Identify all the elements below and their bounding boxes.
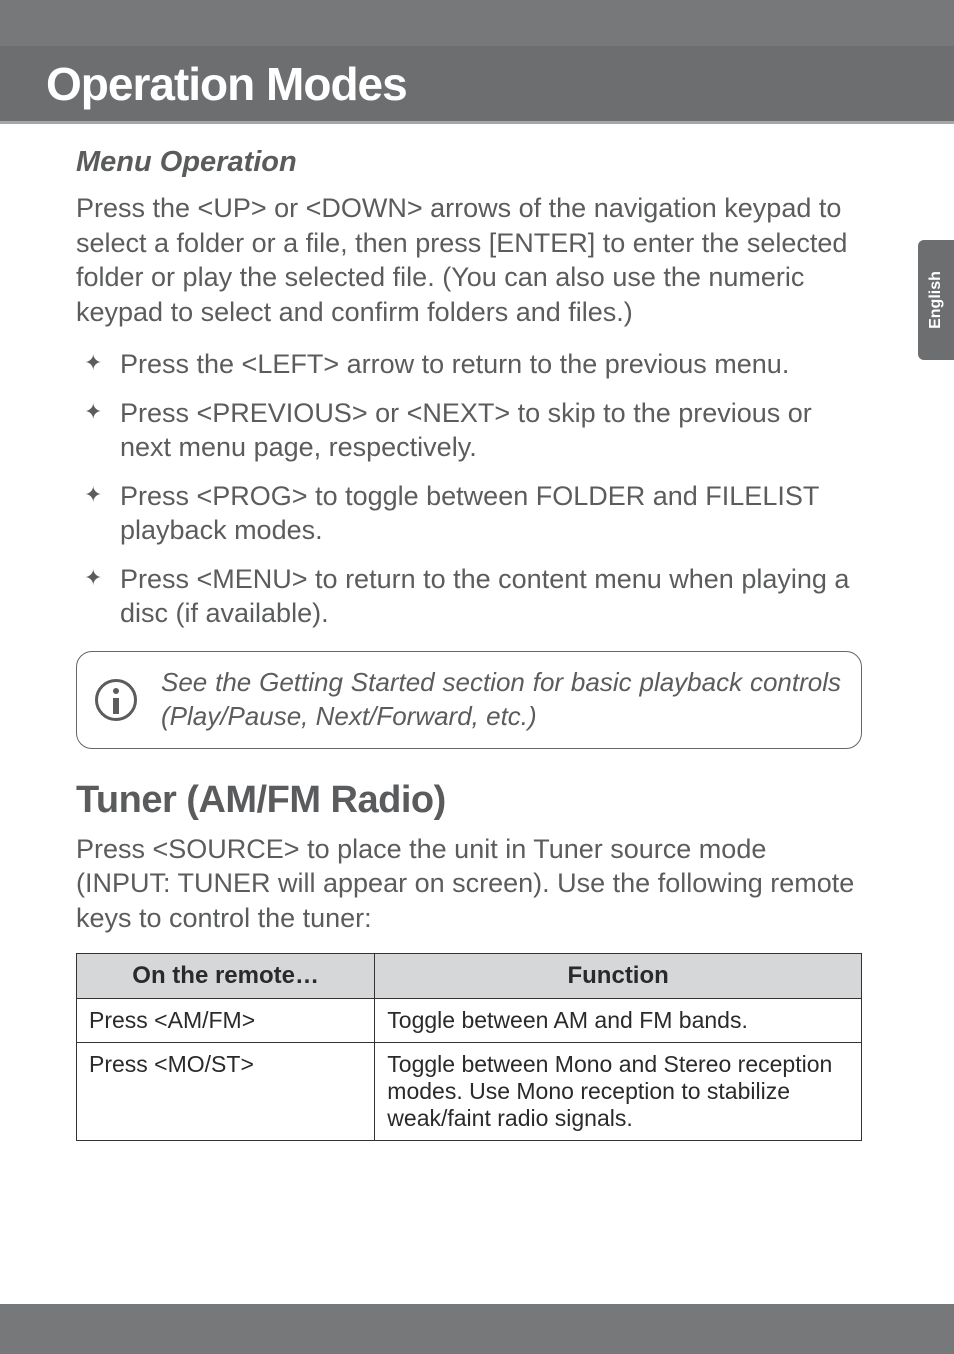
table-header-remote: On the remote… xyxy=(77,954,375,999)
menu-operation-heading: Menu Operation xyxy=(76,146,862,179)
language-tab: English xyxy=(918,240,954,360)
menu-operation-bullets: Press the <LEFT> arrow to return to the … xyxy=(76,347,862,631)
header-bar: Operation Modes xyxy=(0,46,954,124)
tuner-function-table: On the remote… Function Press <AM/FM> To… xyxy=(76,953,862,1141)
tuner-heading: Tuner (AM/FM Radio) xyxy=(76,779,862,822)
list-item: Press <PREVIOUS> or <NEXT> to skip to th… xyxy=(76,396,862,465)
page-title: Operation Modes xyxy=(46,57,407,111)
table-row: Press <AM/FM> Toggle between AM and FM b… xyxy=(77,999,862,1043)
list-item: Press the <LEFT> arrow to return to the … xyxy=(76,347,862,382)
language-tab-label: English xyxy=(927,271,945,329)
table-row: Press <MO/ST> Toggle between Mono and St… xyxy=(77,1043,862,1141)
info-callout: See the Getting Started section for basi… xyxy=(76,651,862,749)
table-cell-remote: Press <AM/FM> xyxy=(77,999,375,1043)
callout-text: See the Getting Started section for basi… xyxy=(161,666,841,734)
table-cell-remote: Press <MO/ST> xyxy=(77,1043,375,1141)
table-cell-function: Toggle between AM and FM bands. xyxy=(375,999,862,1043)
list-item: Press <MENU> to return to the content me… xyxy=(76,562,862,631)
table-header-row: On the remote… Function xyxy=(77,954,862,999)
table-header-function: Function xyxy=(375,954,862,999)
table-cell-function: Toggle between Mono and Stereo reception… xyxy=(375,1043,862,1141)
tuner-intro: Press <SOURCE> to place the unit in Tune… xyxy=(76,832,862,936)
menu-operation-intro: Press the <UP> or <DOWN> arrows of the n… xyxy=(76,191,862,329)
list-item: Press <PROG> to toggle between FOLDER an… xyxy=(76,479,862,548)
content-area: Menu Operation Press the <UP> or <DOWN> … xyxy=(76,146,862,1141)
info-icon xyxy=(95,679,137,721)
